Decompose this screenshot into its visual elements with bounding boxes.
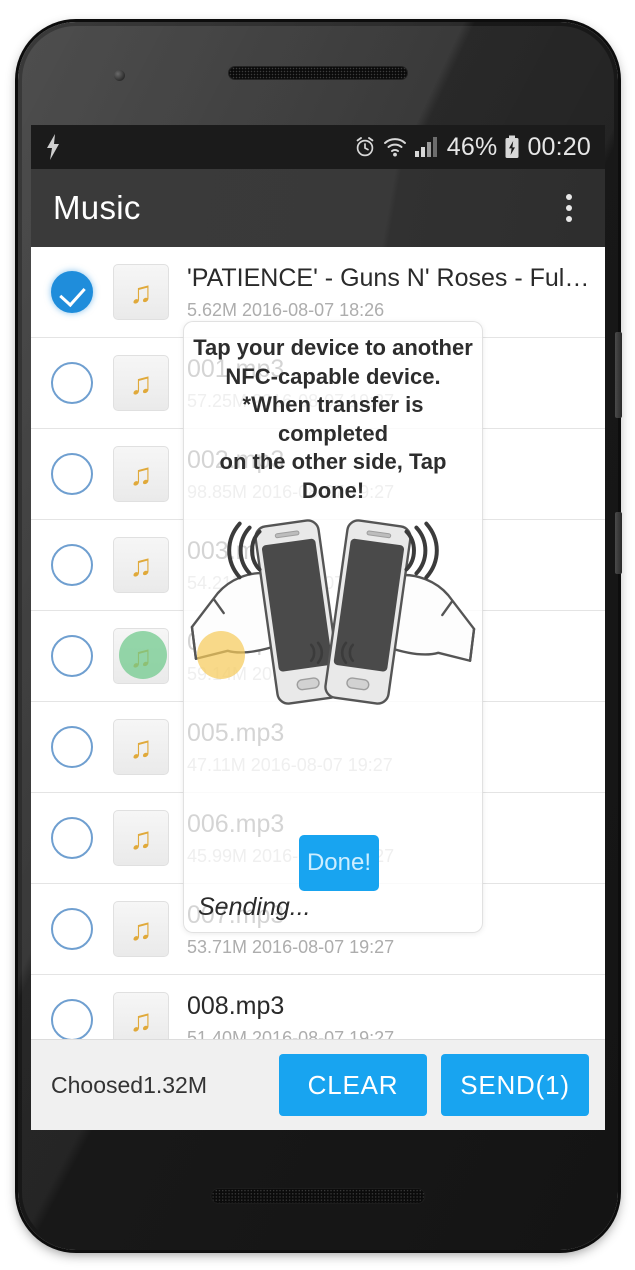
checkbox-unchecked[interactable] bbox=[51, 544, 93, 586]
music-note-icon: ♫ bbox=[113, 901, 169, 957]
done-button[interactable]: Done! bbox=[299, 835, 379, 891]
file-info: 008.mp3 51.40M 2016-08-07 19:27 bbox=[187, 992, 605, 1040]
transfer-progress-dots bbox=[119, 631, 245, 679]
earpiece-speaker-grille bbox=[228, 66, 408, 80]
status-bar-left bbox=[45, 134, 61, 160]
file-name: 008.mp3 bbox=[187, 991, 285, 1020]
sending-status-label: Sending... bbox=[198, 893, 311, 921]
file-meta: 53.71M 2016-08-07 19:27 bbox=[187, 936, 395, 957]
status-bar-right: 46% 00:20 bbox=[354, 133, 591, 162]
volume-button[interactable] bbox=[615, 512, 622, 574]
bottom-speaker-grille bbox=[210, 1188, 426, 1204]
battery-percent-label: 46% bbox=[446, 132, 498, 161]
checkbox-unchecked[interactable] bbox=[51, 726, 93, 768]
checkbox-unchecked[interactable] bbox=[51, 999, 93, 1039]
send-button[interactable]: SEND(1) bbox=[441, 1054, 589, 1116]
checkbox-unchecked[interactable] bbox=[51, 453, 93, 495]
checkbox-unchecked[interactable] bbox=[51, 362, 93, 404]
file-info: 'PATIENCE' - Guns N' Roses - Full Instru… bbox=[187, 264, 605, 321]
nfc-line-3: *When transfer is completed bbox=[242, 392, 424, 446]
music-note-icon: ♫ bbox=[113, 264, 169, 320]
nfc-line-2: NFC-capable device. bbox=[225, 363, 441, 389]
power-button[interactable] bbox=[615, 332, 622, 418]
file-meta: 51.40M 2016-08-07 19:27 bbox=[187, 1027, 395, 1040]
file-name: 'PATIENCE' - Guns N' Roses - Full Instru… bbox=[187, 263, 593, 292]
cellular-signal-icon bbox=[414, 137, 437, 157]
wifi-icon bbox=[383, 138, 406, 157]
chosen-size-label: Choosed1.32M bbox=[51, 1071, 207, 1098]
status-bar-clock: 00:20 bbox=[527, 132, 591, 161]
front-camera-icon bbox=[114, 70, 125, 81]
checkbox-checked[interactable] bbox=[51, 271, 93, 313]
music-note-icon: ♫ bbox=[113, 810, 169, 866]
nfc-line-1: Tap your device to another bbox=[193, 335, 473, 360]
yellow-progress-dot bbox=[197, 631, 245, 679]
status-bar: 46% 00:20 bbox=[31, 125, 605, 169]
music-note-icon: ♫ bbox=[113, 537, 169, 593]
file-meta: 5.62M 2016-08-07 18:26 bbox=[187, 299, 385, 320]
phone-device-frame: 46% 00:20 Music ♫ 'PATIENCE' - Guns N' Ro… bbox=[18, 22, 622, 1250]
lightning-bolt-icon bbox=[47, 134, 59, 160]
alarm-clock-icon bbox=[356, 137, 374, 157]
table-row[interactable]: ♫ 008.mp3 51.40M 2016-08-07 19:27 bbox=[31, 975, 605, 1039]
checkbox-unchecked[interactable] bbox=[51, 908, 93, 950]
bottom-action-bar: Choosed1.32M CLEAR SEND(1) bbox=[31, 1039, 605, 1130]
green-progress-dot bbox=[119, 631, 167, 679]
two-phones-nfc-tap-illustration bbox=[184, 508, 482, 738]
music-note-icon: ♫ bbox=[113, 355, 169, 411]
music-note-icon: ♫ bbox=[113, 992, 169, 1039]
app-action-bar: Music bbox=[31, 169, 605, 247]
clear-button[interactable]: CLEAR bbox=[279, 1054, 427, 1116]
phone-screen: 46% 00:20 Music ♫ 'PATIENCE' - Guns N' Ro… bbox=[31, 125, 605, 1130]
checkbox-unchecked[interactable] bbox=[51, 635, 93, 677]
music-note-icon: ♫ bbox=[113, 446, 169, 502]
page-title: Music bbox=[53, 189, 141, 226]
nfc-line-4: on the other side, Tap Done! bbox=[219, 449, 447, 503]
music-note-icon: ♫ bbox=[113, 719, 169, 775]
nfc-instruction-text: Tap your device to another NFC-capable d… bbox=[184, 322, 482, 506]
checkbox-unchecked[interactable] bbox=[51, 817, 93, 859]
battery-charging-icon bbox=[505, 135, 519, 158]
overflow-menu-icon[interactable] bbox=[555, 188, 583, 228]
